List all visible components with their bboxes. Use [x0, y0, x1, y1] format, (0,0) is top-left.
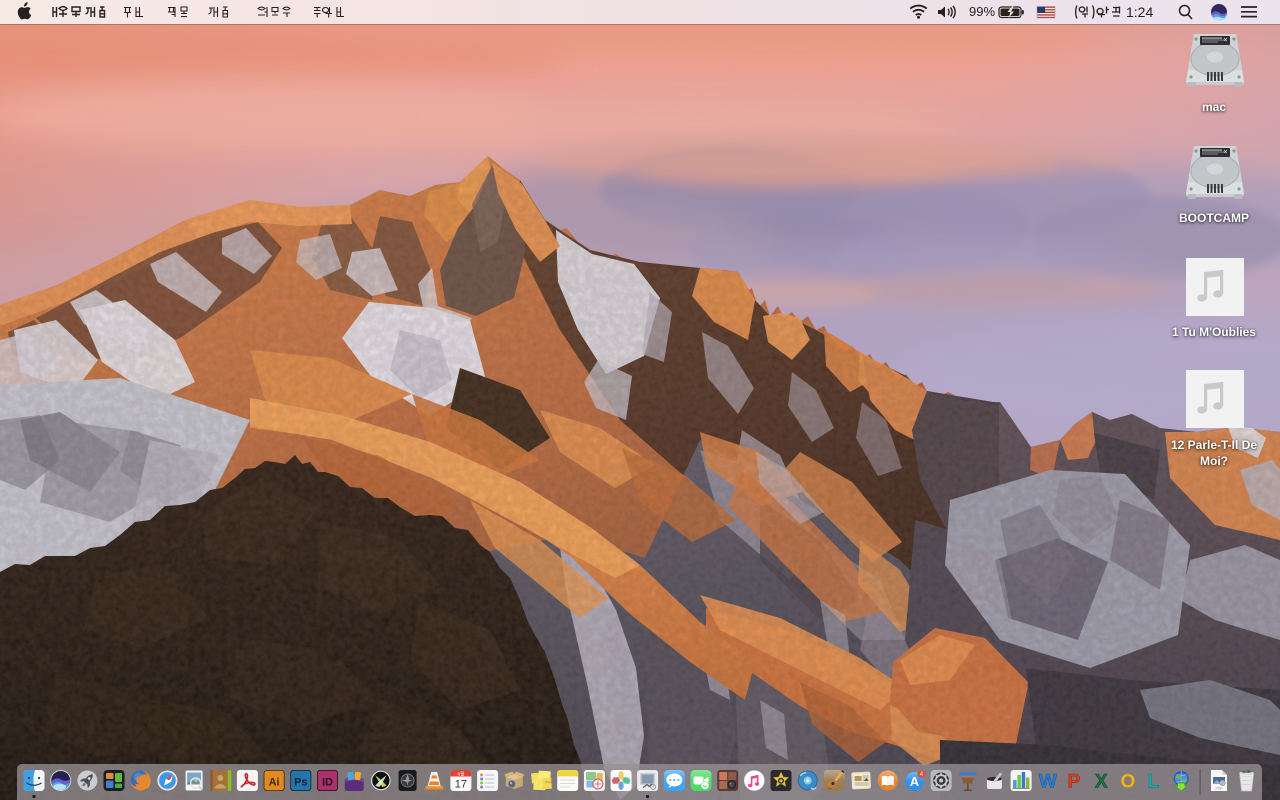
svg-text:ID: ID	[322, 777, 333, 789]
svg-text:L: L	[1148, 772, 1160, 793]
svg-text:PDF: PDF	[1216, 787, 1223, 791]
svg-text:Psys: Psys	[546, 780, 553, 784]
svg-text:P: P	[1068, 772, 1081, 793]
svg-text:99%: 99%	[969, 4, 995, 19]
svg-text:O: O	[1121, 772, 1136, 793]
svg-text:Ai: Ai	[269, 777, 280, 789]
svg-text:W: W	[1039, 772, 1057, 793]
svg-text:X: X	[1095, 772, 1108, 793]
svg-text:6월: 6월	[458, 771, 465, 778]
svg-text:1:24: 1:24	[1126, 4, 1153, 20]
svg-text:Ps: Ps	[294, 777, 307, 789]
svg-text:17: 17	[455, 779, 467, 791]
